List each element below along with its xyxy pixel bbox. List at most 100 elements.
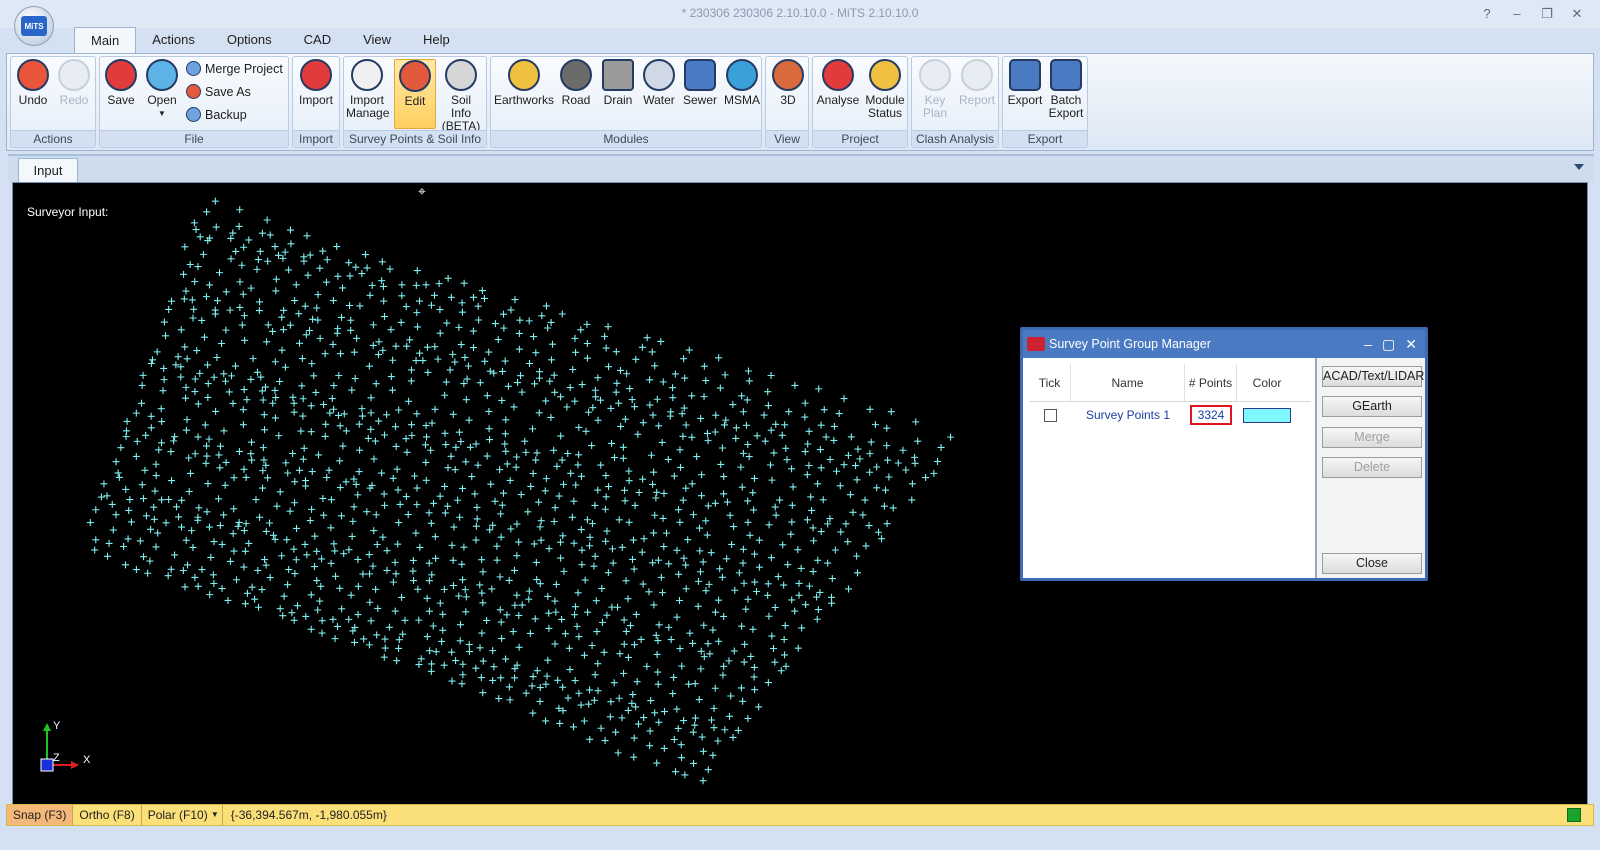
points-count: 3324: [1189, 405, 1233, 425]
maximize-icon[interactable]: ▢: [1382, 330, 1395, 358]
tab-main[interactable]: Main: [74, 27, 137, 54]
minimize-icon[interactable]: –: [1364, 330, 1372, 358]
undo-label: Undo: [18, 93, 48, 107]
column-header-name[interactable]: Name: [1071, 364, 1185, 401]
grid-header: Tick Name # Points Color: [1029, 364, 1311, 402]
export-button[interactable]: Export: [1004, 59, 1046, 107]
save-button[interactable]: Save: [100, 59, 142, 107]
polar-toggle[interactable]: Polar (F10) ▼: [142, 805, 223, 825]
redo-button[interactable]: Redo: [53, 59, 95, 107]
window-controls: ? – ❐ ✕: [1472, 4, 1592, 24]
earthworks-button[interactable]: Earthworks: [492, 59, 556, 107]
snap-toggle[interactable]: Snap (F3): [7, 805, 74, 825]
import-manage-label-1: Import: [349, 93, 384, 107]
module-status-button[interactable]: Module Status: [863, 59, 907, 120]
app-menu-button[interactable]: MiTS: [14, 6, 54, 46]
import-manage-button[interactable]: Import Manage: [346, 59, 390, 120]
mits-logo-icon: [1027, 337, 1045, 351]
edit-button[interactable]: Edit: [394, 59, 436, 129]
module-status-icon: [869, 59, 901, 91]
close-icon[interactable]: ✕: [1562, 4, 1592, 24]
close-button[interactable]: Close: [1322, 553, 1422, 574]
road-label: Road: [561, 93, 591, 107]
module-status-label-1: Module: [865, 93, 905, 107]
column-header-points[interactable]: # Points: [1185, 364, 1237, 401]
soil-info-button[interactable]: Soil Info (BETA): [440, 59, 482, 133]
tab-options[interactable]: Options: [211, 27, 288, 53]
title-bar: * 230306 230306 2.10.10.0 - MiTS 2.10.10…: [0, 0, 1600, 28]
tab-view[interactable]: View: [347, 27, 407, 53]
dialog-title-bar[interactable]: Survey Point Group Manager – ▢ ✕: [1023, 330, 1425, 358]
tab-help[interactable]: Help: [407, 27, 466, 53]
close-icon[interactable]: ✕: [1405, 330, 1417, 358]
msma-button[interactable]: MSMA: [721, 59, 763, 107]
delete-button[interactable]: Delete: [1322, 457, 1422, 478]
batch-export-button[interactable]: Batch Export: [1045, 59, 1087, 120]
tick-checkbox[interactable]: [1043, 408, 1057, 422]
backup-button[interactable]: Backup: [186, 107, 247, 122]
group-name-cell[interactable]: Survey Points 1: [1071, 408, 1185, 422]
soil-info-label-1: Soil Info: [450, 93, 471, 120]
restore-icon[interactable]: ❐: [1532, 4, 1562, 24]
group-label: Project: [813, 130, 907, 147]
merge-project-label: Merge Project: [205, 61, 283, 76]
import-button[interactable]: Import: [295, 59, 337, 107]
batch-export-icon: [1050, 59, 1082, 91]
sewer-button[interactable]: Sewer: [679, 59, 721, 107]
table-row[interactable]: Survey Points 1 3324: [1029, 404, 1311, 426]
column-header-tick[interactable]: Tick: [1029, 364, 1071, 401]
drain-label: Drain: [603, 93, 633, 107]
3d-button[interactable]: 3D: [767, 59, 809, 107]
export-icon: [1009, 59, 1041, 91]
status-bar: Snap (F3) Ortho (F8) Polar (F10) ▼ {-36,…: [6, 804, 1594, 826]
dialog-body: Tick Name # Points Color Survey Points 1…: [1023, 358, 1425, 578]
group-survey-points: Import Manage Edit Soil Info (BETA) Surv…: [343, 56, 487, 148]
merge-project-button[interactable]: Merge Project: [186, 61, 283, 76]
edit-label: Edit: [404, 94, 426, 108]
gearth-button[interactable]: GEarth: [1322, 396, 1422, 417]
undo-button[interactable]: Undo: [12, 59, 54, 107]
water-label: Water: [643, 93, 675, 107]
import-manage-label-2: Manage: [346, 106, 390, 120]
open-icon: [146, 59, 178, 91]
backup-icon: [186, 107, 201, 122]
chevron-down-icon[interactable]: [1574, 164, 1584, 170]
ucs-axis-icon: Y Z X: [40, 721, 91, 772]
earthworks-icon: [508, 59, 540, 91]
axis-z-label: Z: [53, 752, 60, 764]
soil-info-icon: [445, 59, 477, 91]
report-icon: [961, 59, 993, 91]
msma-label: MSMA: [724, 93, 760, 107]
3d-label: 3D: [780, 93, 796, 107]
color-cell: [1237, 407, 1297, 423]
group-label: View: [766, 130, 808, 147]
tab-input[interactable]: Input: [18, 158, 78, 184]
key-plan-button[interactable]: Key Plan: [914, 59, 956, 120]
column-header-color[interactable]: Color: [1237, 364, 1297, 401]
analyse-button[interactable]: Analyse: [815, 59, 861, 107]
tab-cad[interactable]: CAD: [288, 27, 347, 53]
drain-button[interactable]: Drain: [597, 59, 639, 107]
group-project: Analyse Module Status Project: [812, 56, 908, 148]
acad-text-lidar-button[interactable]: ACAD/Text/LIDAR: [1322, 366, 1424, 387]
save-as-icon: [186, 84, 201, 99]
save-icon: [105, 59, 137, 91]
module-status-label-2: Status: [867, 106, 903, 120]
save-as-label: Save As: [205, 84, 251, 99]
minimize-icon[interactable]: –: [1502, 4, 1532, 24]
points-cell: 3324: [1185, 405, 1237, 425]
msma-icon: [726, 59, 758, 91]
backup-label: Backup: [205, 107, 247, 122]
open-button[interactable]: Open ▼: [141, 59, 183, 120]
ortho-toggle[interactable]: Ortho (F8): [73, 805, 142, 825]
report-button[interactable]: Report: [956, 59, 998, 107]
dialog-controls: – ▢ ✕: [1364, 330, 1417, 358]
tab-actions[interactable]: Actions: [136, 27, 211, 53]
color-swatch[interactable]: [1243, 407, 1291, 423]
road-button[interactable]: Road: [555, 59, 597, 107]
water-button[interactable]: Water: [638, 59, 680, 107]
help-icon[interactable]: ?: [1472, 4, 1502, 24]
save-as-button[interactable]: Save As: [186, 84, 251, 99]
group-export: Export Batch Export Export: [1002, 56, 1088, 148]
merge-button[interactable]: Merge: [1322, 427, 1422, 448]
